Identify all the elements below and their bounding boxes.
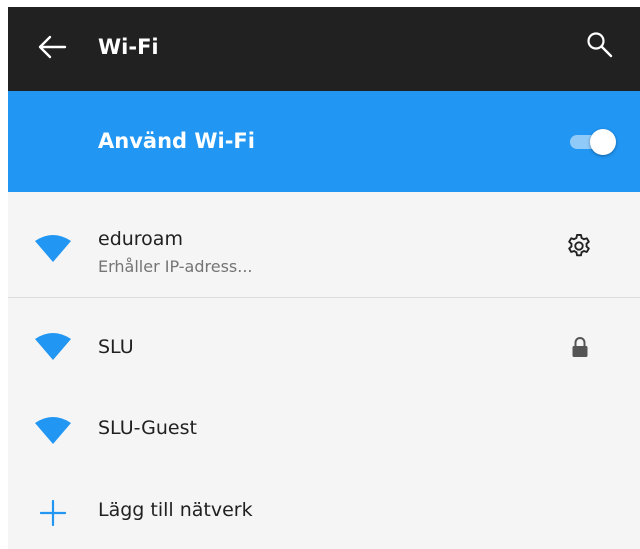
network-row-slu-guest[interactable]: SLU-Guest <box>8 386 640 470</box>
wifi-master-switch-bar[interactable]: Använd Wi-Fi <box>8 91 640 192</box>
network-ssid: eduroam <box>98 228 183 250</box>
master-switch-label: Använd Wi-Fi <box>98 129 255 153</box>
wifi-settings-screen: Wi-Fi Använd Wi-Fi eduroam Erhåller IP-a… <box>8 7 640 549</box>
back-button[interactable] <box>32 27 72 67</box>
plus-icon <box>40 500 66 526</box>
wifi-signal-icon <box>35 417 71 444</box>
wifi-signal-icon <box>35 333 71 360</box>
page-title: Wi-Fi <box>98 35 159 59</box>
network-ssid: SLU-Guest <box>98 417 197 439</box>
wifi-toggle[interactable] <box>568 127 618 157</box>
add-network-label: Lägg till nätverk <box>98 499 253 521</box>
network-row-slu[interactable]: SLU <box>8 298 640 386</box>
search-icon <box>587 32 613 58</box>
network-row-eduroam[interactable]: eduroam Erhåller IP-adress... <box>8 192 640 298</box>
network-settings-button[interactable] <box>561 228 597 264</box>
toggle-thumb <box>590 129 616 155</box>
wifi-signal-icon <box>35 235 71 262</box>
add-network-row[interactable]: Lägg till nätverk <box>8 470 640 549</box>
search-button[interactable] <box>580 25 620 65</box>
app-bar: Wi-Fi <box>8 7 640 91</box>
network-ssid: SLU <box>98 336 134 358</box>
lock-icon <box>572 337 588 357</box>
gear-icon <box>568 233 590 257</box>
network-status: Erhåller IP-adress... <box>98 257 253 276</box>
arrow-left-icon <box>38 35 67 59</box>
